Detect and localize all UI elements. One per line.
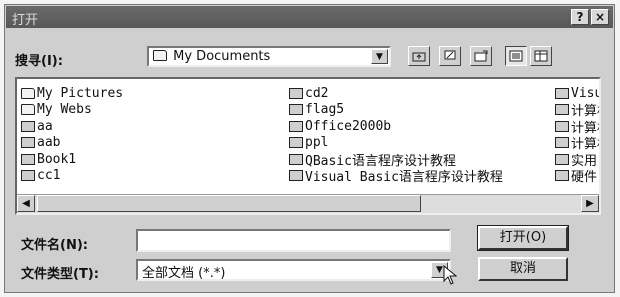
look-in-value-wrap: My Documents (153, 49, 270, 64)
window-title: 打开 (12, 13, 39, 28)
file-name-label: 文件名(N): (21, 238, 88, 253)
look-in-dropdown[interactable]: My Documents ▼ (147, 46, 391, 67)
file-list-item[interactable]: aa (21, 118, 123, 135)
details-view-icon[interactable] (530, 46, 552, 66)
look-in-value: My Documents (173, 49, 271, 64)
title-bar: 打开 ? × (6, 6, 613, 28)
document-icon (555, 170, 569, 182)
document-icon (289, 87, 303, 99)
file-name-text: cc1 (37, 168, 61, 184)
file-list-item[interactable]: flag5 (289, 102, 503, 119)
file-name-text: Book1 (37, 151, 77, 167)
file-list-item[interactable]: 硬件 (555, 168, 599, 186)
open-button[interactable]: 打开(O) (477, 225, 569, 251)
document-icon (21, 120, 35, 132)
file-column-2: cd2 flag5 Office2000b ppl QBasic语言程序设计教程 Visu… (289, 85, 503, 185)
document-icon (555, 87, 569, 99)
file-name-text: Visual Basic语言程序设计教程 (305, 170, 503, 186)
file-type-label: 文件类型(T): (21, 267, 99, 282)
file-column-3: Visu计算机计算机计算机实用硬件 (555, 85, 601, 186)
file-list-item[interactable]: Visual Basic语言程序设计教程 (289, 168, 503, 185)
scroll-left-button[interactable]: ◀ (17, 195, 35, 212)
file-name-input[interactable] (136, 229, 451, 252)
document-icon (289, 153, 303, 165)
document-icon (289, 104, 303, 116)
scroll-thumb[interactable] (37, 195, 421, 212)
file-list-item[interactable]: cd2 (289, 85, 503, 102)
cancel-button[interactable]: 取消 (478, 257, 568, 281)
close-button[interactable]: × (591, 9, 609, 25)
help-button[interactable]: ? (571, 9, 589, 25)
file-name-text: aab (37, 135, 61, 151)
document-icon (555, 104, 569, 116)
folder-icon (153, 50, 167, 61)
look-in-label: 搜寻(I): (15, 54, 63, 69)
horizontal-scrollbar[interactable]: ◀ ▶ (17, 194, 599, 213)
document-icon (21, 153, 35, 165)
look-in-dropdown-button[interactable]: ▼ (371, 49, 388, 64)
file-name-text: Visu (571, 85, 601, 101)
file-list-item[interactable]: My Pictures (21, 85, 123, 102)
document-icon (555, 120, 569, 132)
file-list-item[interactable]: aab (21, 135, 123, 152)
document-icon (21, 137, 35, 149)
document-icon (289, 137, 303, 149)
mouse-cursor-icon (443, 265, 457, 285)
document-icon (555, 153, 569, 165)
file-type-dropdown[interactable]: 全部文档 (*.*) ▼ (136, 259, 451, 281)
file-list-item[interactable]: Visu (555, 85, 601, 102)
file-list-item[interactable]: Office2000b (289, 118, 503, 135)
file-name-text: ppl (305, 135, 329, 151)
folder-icon (21, 87, 35, 99)
file-list-item[interactable]: 计算机 (555, 102, 599, 119)
list-view-icon[interactable] (505, 46, 527, 66)
file-list-item[interactable]: cc1 (21, 168, 123, 185)
file-name-text: 硬件 (571, 170, 598, 186)
folder-icon (21, 104, 35, 116)
file-name-text: aa (37, 118, 53, 134)
file-list-item[interactable]: 计算机 (555, 118, 599, 136)
new-folder-icon[interactable] (470, 46, 492, 66)
file-list-item[interactable]: 实用 (555, 151, 599, 169)
scroll-right-button[interactable]: ▶ (581, 195, 599, 212)
document-icon (555, 137, 569, 149)
file-type-value: 全部文档 (*.*) (142, 266, 226, 281)
file-list-item[interactable]: My Webs (21, 102, 123, 119)
file-name-text: My Pictures (37, 85, 124, 101)
desktop-icon[interactable] (439, 46, 461, 66)
open-file-dialog: 打开 ? × 搜寻(I): My Documents ▼ My Pictures… (4, 4, 615, 293)
file-list-item[interactable]: 计算机 (555, 135, 599, 152)
file-list[interactable]: My Pictures My Webs aa aab Book1 cc1 cd2 flag5… (15, 77, 601, 215)
file-name-text: flag5 (305, 102, 345, 118)
file-column-1: My Pictures My Webs aa aab Book1 cc1 (21, 85, 123, 184)
file-list-item[interactable]: ppl (289, 135, 503, 152)
document-icon (289, 120, 303, 132)
file-list-item[interactable]: QBasic语言程序设计教程 (289, 151, 503, 169)
file-list-item[interactable]: Book1 (21, 151, 123, 168)
file-name-text: Office2000b (305, 118, 392, 134)
document-icon (21, 170, 35, 182)
file-name-text: cd2 (305, 85, 329, 101)
document-icon (289, 170, 303, 182)
up-one-level-icon[interactable] (408, 46, 430, 66)
file-name-text: My Webs (37, 102, 92, 118)
